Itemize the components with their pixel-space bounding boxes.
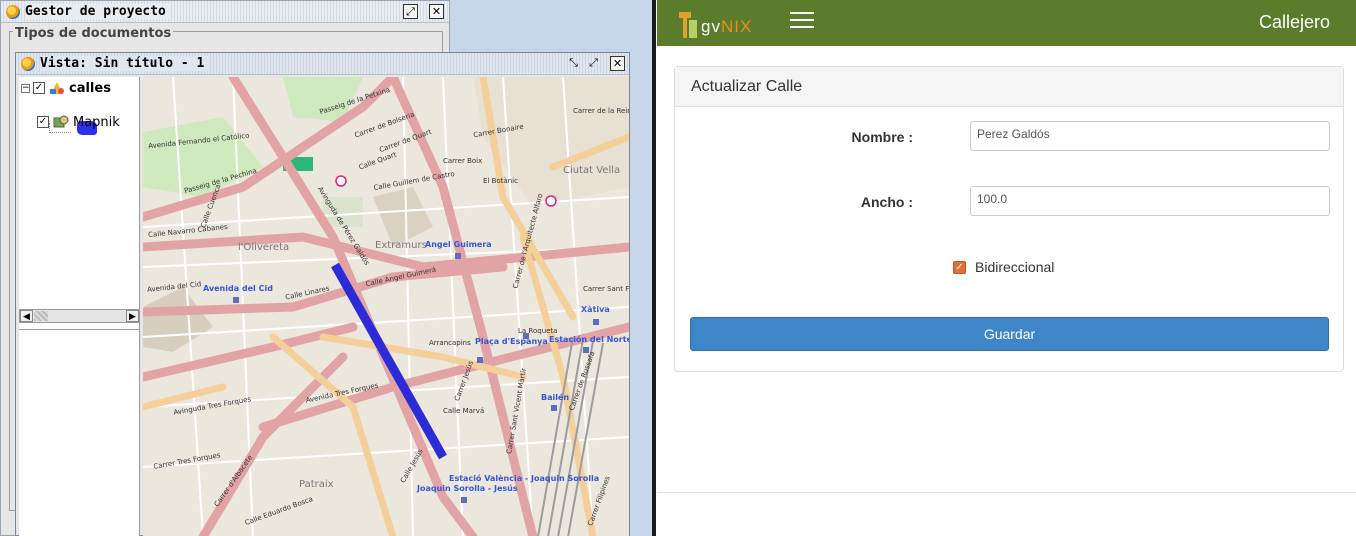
brand-name: gvNIX xyxy=(701,17,752,37)
nombre-label: Nombre : xyxy=(851,129,913,145)
maximize-icon[interactable]: ⤢ xyxy=(586,56,601,71)
layer-tree-scrollbar[interactable]: ◀ ▶ xyxy=(19,309,140,323)
map-label: Carrer Boix xyxy=(443,157,483,165)
raster-layer-icon xyxy=(53,115,69,128)
map-label: El Botànic xyxy=(483,177,518,185)
toc-divider xyxy=(19,329,140,330)
project-manager-titlebar[interactable]: Gestor de proyecto ⤢ ✕ xyxy=(1,1,449,23)
metro-label: Plaça d'Espanya xyxy=(475,337,548,346)
app-title: Callejero xyxy=(1258,12,1330,32)
gvnix-logo-icon xyxy=(679,12,697,38)
metro-label: Avenida del Cid xyxy=(203,284,273,293)
maximize-icon[interactable]: ⤢ xyxy=(403,4,418,19)
map-label: Calle Marvá xyxy=(443,407,485,415)
ancho-label: Ancho : xyxy=(860,194,913,210)
map-label: Carrer Sant Francesc xyxy=(583,285,629,293)
bidireccional-label: Bidireccional xyxy=(975,259,1055,275)
gvsig-desktop: Gestor de proyecto ⤢ ✕ Tipos de document… xyxy=(0,0,656,536)
view-title: Vista: Sin título - 1 xyxy=(40,56,209,71)
district-label: Patraix xyxy=(299,479,334,490)
document-types-label: Tipos de documentos xyxy=(13,26,174,41)
map-label: Carrer de la Reina xyxy=(573,107,629,115)
layer-row-calles[interactable]: − ✓ calles xyxy=(21,79,111,97)
update-street-panel: Actualizar Calle Nombre : Perez Galdós A… xyxy=(674,66,1344,372)
project-manager-title: Gestor de proyecto xyxy=(25,4,170,19)
map-label: La Roqueta xyxy=(518,327,558,335)
footer-divider xyxy=(657,492,1356,493)
close-icon[interactable]: ✕ xyxy=(610,56,625,71)
metro-label: Bailén xyxy=(541,393,570,402)
brand-prefix: gv xyxy=(701,17,721,36)
save-button[interactable]: Guardar xyxy=(690,317,1329,351)
metro-label: Estación del Norte xyxy=(549,335,629,344)
layer-visible-checkbox[interactable]: ✓ xyxy=(37,116,49,128)
brand-suffix: NIX xyxy=(720,17,753,36)
scroll-right-icon[interactable]: ▶ xyxy=(126,310,139,322)
district-label: Ciutat Vella xyxy=(563,165,621,176)
screen-divider xyxy=(652,0,656,536)
bidireccional-checkbox[interactable]: ✓ xyxy=(953,260,966,274)
brand-logo[interactable]: gvNIX xyxy=(677,4,752,40)
metro-label: Xàtiva xyxy=(581,305,610,314)
vector-layer-icon xyxy=(50,82,64,94)
metro-label: Estació València - Joaquin Sorolla xyxy=(449,474,600,483)
district-label: l'Olivereta xyxy=(238,242,290,253)
panel-title: Actualizar Calle xyxy=(675,67,1343,107)
web-app: gvNIX Callejero Actualizar Calle Nombre … xyxy=(657,0,1356,536)
collapse-toggle-icon[interactable]: − xyxy=(21,83,30,93)
bidireccional-option[interactable]: ✓ Bidireccional xyxy=(953,259,1054,275)
tree-connector xyxy=(49,132,71,133)
minimize-icon[interactable]: ⤡ xyxy=(566,56,581,71)
district-label: Extramurs xyxy=(375,240,427,251)
layer-tree: − ✓ calles ✓ Mapnik ◀ ▶ xyxy=(19,77,140,536)
close-icon[interactable]: ✕ xyxy=(429,4,444,19)
view-window: Vista: Sin título - 1 ⤡ ⤢ ✕ − ✓ calles ✓ xyxy=(15,52,630,536)
scroll-left-icon[interactable]: ◀ xyxy=(20,310,33,322)
gvsig-logo-icon xyxy=(21,57,35,71)
layer-name: Mapnik xyxy=(73,114,120,130)
metro-label: Joaquin Sorolla - Jesús xyxy=(417,484,518,493)
nombre-input[interactable]: Perez Galdós xyxy=(970,121,1330,151)
menu-toggle-icon[interactable] xyxy=(790,12,814,30)
map-canvas[interactable]: Passeig de la Pechina Passeig de la Petx… xyxy=(143,77,629,536)
scrollbar-thumb[interactable] xyxy=(34,311,48,321)
metro-label: Angel Guimera xyxy=(425,240,492,249)
ancho-input[interactable]: 100.0 xyxy=(970,186,1330,216)
view-titlebar[interactable]: Vista: Sin título - 1 ⤡ ⤢ ✕ xyxy=(16,53,629,75)
layer-visible-checkbox[interactable]: ✓ xyxy=(33,82,45,94)
layer-row-mapnik[interactable]: ✓ Mapnik xyxy=(37,113,120,131)
gvsig-logo-icon xyxy=(6,5,20,19)
map-label: Arrancapins xyxy=(429,339,471,347)
layer-name: calles xyxy=(69,80,111,96)
top-navbar: gvNIX Callejero xyxy=(657,0,1356,46)
